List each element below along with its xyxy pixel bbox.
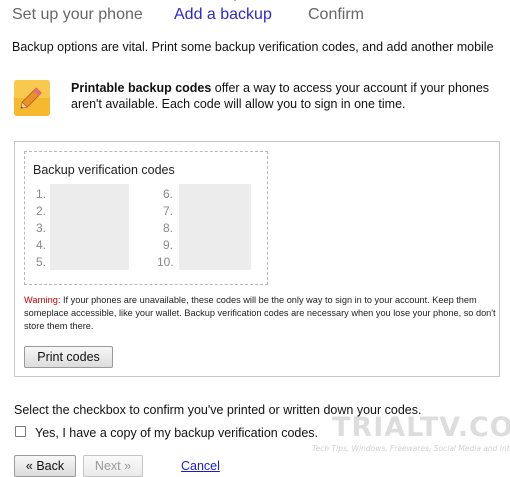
printable-codes-description: Printable backup codes offer a way to ac… <box>71 80 491 112</box>
backup-codes-warning: Warning: If your phones are unavailable,… <box>24 294 496 333</box>
code-number: 7. <box>163 204 174 218</box>
cancel-link[interactable]: Cancel <box>181 459 220 473</box>
code-number: 5. <box>36 255 47 269</box>
pencil-icon <box>14 80 50 116</box>
code-number: 6. <box>163 187 174 201</box>
confirm-checkbox-label[interactable]: Yes, I have a copy of my backup verifica… <box>35 426 318 440</box>
watermark-subtitle: Tech Tips, Windows, Freewares, Social Me… <box>312 444 510 453</box>
code-number: 8. <box>163 221 174 235</box>
code-number: 3. <box>36 221 47 235</box>
back-button[interactable]: « Back <box>14 455 76 477</box>
step-set-up-phone: Set up your phone <box>12 6 143 23</box>
printable-codes-heading: Printable backup codes <box>71 81 212 95</box>
backup-codes-title: Backup verification codes <box>33 163 175 177</box>
watermark-title: TRIALTV.COM <box>332 412 510 443</box>
code-number: 4. <box>36 238 47 252</box>
print-codes-button[interactable]: Print codes <box>24 346 113 368</box>
codes-column-2-values <box>179 184 251 270</box>
confirm-checkbox[interactable] <box>15 426 26 437</box>
warning-text: If your phones are unavailable, these co… <box>24 295 496 331</box>
step-add-backup: Add a backup <box>174 6 272 23</box>
step-confirm: Confirm <box>308 6 365 23</box>
intro-text: Backup options are vital. Print some bac… <box>12 40 494 54</box>
codes-column-1-values <box>50 184 129 270</box>
next-button[interactable]: Next » <box>83 455 143 477</box>
warning-label: Warning: <box>24 295 61 305</box>
code-number: 10. <box>157 255 174 269</box>
code-number: 9. <box>163 238 174 252</box>
active-step-indicator <box>230 0 240 1</box>
code-number: 1. <box>36 187 47 201</box>
code-number: 2. <box>36 204 47 218</box>
